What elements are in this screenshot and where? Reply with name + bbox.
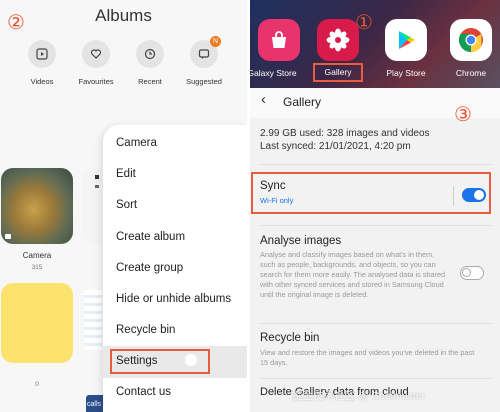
shortcut-label: Favourites <box>78 77 114 86</box>
settings-highlight <box>110 349 210 374</box>
divider <box>260 378 492 379</box>
last-synced: Last synced: 21/01/2021, 4:20 pm <box>260 141 411 152</box>
analyse-toggle[interactable] <box>460 266 484 280</box>
settings-title: Gallery <box>283 95 322 109</box>
shortcut-label: Suggested <box>186 77 222 86</box>
shortcut-label: Recent <box>138 77 162 86</box>
shortcut-recent[interactable]: Recent <box>125 40 175 86</box>
menu-item-recycle-bin[interactable]: Recycle bin <box>116 324 175 336</box>
shortcut-label: Videos <box>30 77 54 86</box>
back-arrow-icon[interactable]: ‹ <box>261 91 266 108</box>
play-icon <box>28 40 56 68</box>
gallery-highlight <box>313 63 363 82</box>
menu-item-camera[interactable]: Camera <box>116 137 157 149</box>
divider <box>260 164 492 165</box>
sync-highlight <box>251 172 491 214</box>
page-title: Albums <box>95 6 152 25</box>
menu-item-hide-unhide[interactable]: Hide or unhide albums <box>116 293 231 305</box>
toggle-knob <box>462 267 471 277</box>
shortcut-suggested[interactable]: N Suggested <box>179 36 229 86</box>
play-store-icon[interactable] <box>385 19 427 61</box>
menu-item-create-group[interactable]: Create group <box>116 262 183 274</box>
shortcut-favourites[interactable]: Favourites <box>71 40 121 86</box>
clock-icon <box>136 40 164 68</box>
step-marker-3: ③ <box>454 102 472 126</box>
new-badge: N <box>210 36 221 47</box>
divider <box>260 323 492 324</box>
album-thumb-camera[interactable] <box>1 168 73 244</box>
menu-item-edit[interactable]: Edit <box>116 168 136 180</box>
partial-thumb-content <box>95 175 99 225</box>
suggested-icon: N <box>190 36 221 68</box>
album-thumb-partial[interactable] <box>82 168 102 244</box>
album-count: 315 <box>31 264 43 271</box>
recycle-bin-description: View and restore the images and videos y… <box>260 348 475 367</box>
recycle-bin-title[interactable]: Recycle bin <box>260 332 319 344</box>
divider <box>260 225 492 226</box>
albums-screen: ② Albums Videos Favourites Recent N Sugg… <box>0 0 247 412</box>
album-thumb-yellow[interactable] <box>1 283 73 363</box>
step-marker-1: ① <box>355 10 373 34</box>
calls-label: calls <box>87 401 102 408</box>
menu-item-sort[interactable]: Sort <box>116 199 137 211</box>
storage-used: 2.99 GB used: 328 images and videos <box>260 128 430 139</box>
album-label: Camera <box>22 251 52 260</box>
gallery-flower-icon[interactable] <box>317 19 359 61</box>
watermark: 掘金技术社区 @ Coolmuster <box>292 390 426 402</box>
album-count: 0 <box>35 381 39 388</box>
galaxy-store-icon[interactable] <box>258 19 300 61</box>
app-label-galaxy-store: Galaxy Store <box>247 68 297 78</box>
heart-icon <box>82 40 110 68</box>
album-thumb-list[interactable] <box>84 290 102 350</box>
menu-item-create-album[interactable]: Create album <box>116 231 185 243</box>
shortcut-videos[interactable]: Videos <box>17 40 67 86</box>
chrome-icon[interactable] <box>450 19 492 61</box>
camera-icon <box>5 234 11 239</box>
analyse-title[interactable]: Analyse images <box>260 235 341 247</box>
app-label-play-store: Play Store <box>386 68 426 78</box>
analyse-description: Analyse and classify images based on wha… <box>260 250 446 299</box>
menu-item-contact-us[interactable]: Contact us <box>116 386 171 398</box>
app-label-chrome: Chrome <box>455 68 487 78</box>
